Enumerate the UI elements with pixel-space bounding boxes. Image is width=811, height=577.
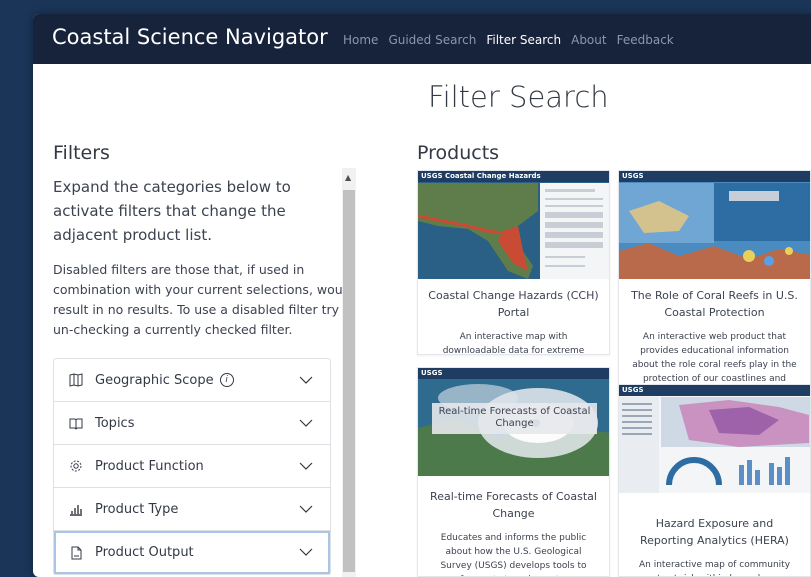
thumbnail-banner: USGS — [619, 385, 810, 396]
product-description: An interactive map with downloadable dat… — [442, 332, 585, 355]
nav-guided-search[interactable]: Guided Search — [388, 33, 476, 47]
chevron-down-icon[interactable] — [298, 501, 314, 517]
filter-label: Product Type — [95, 501, 179, 517]
thumbnail-banner-text: USGS — [421, 369, 443, 377]
chevron-down-icon[interactable] — [298, 458, 314, 474]
product-title[interactable]: Real-time Forecasts of Coastal Change — [418, 488, 609, 522]
product-thumbnail: USGS Coastal Change Hazards — [418, 171, 609, 279]
filter-label: Geographic Scope — [95, 372, 214, 388]
product-title[interactable]: Coastal Change Hazards (CCH) Portal — [418, 287, 609, 321]
filter-label: Product Output — [95, 545, 194, 560]
nav-about[interactable]: About — [571, 33, 606, 47]
info-icon[interactable]: i — [219, 373, 234, 387]
book-icon — [69, 416, 83, 430]
thumbnail-banner: USGS Coastal Change Hazards — [418, 171, 609, 182]
coral-reef-thumbnail-image — [619, 171, 810, 279]
product-card-hera[interactable]: USGS Hazard Exposure and Reporting Analy… — [618, 384, 811, 577]
map-thumbnail-image — [418, 171, 609, 279]
page-title: Filter Search — [428, 80, 609, 114]
product-description: An interactive map of community assets a… — [637, 560, 792, 576]
filter-topics[interactable]: Topics — [54, 402, 330, 445]
filter-product-output[interactable]: Product Output — [54, 531, 330, 574]
product-title[interactable]: Hazard Exposure and Reporting Analytics … — [619, 515, 810, 549]
chevron-down-icon[interactable] — [298, 415, 314, 431]
nav-feedback[interactable]: Feedback — [617, 33, 674, 47]
product-description: Educates and informs the public about ho… — [440, 533, 587, 576]
product-thumbnail: USGS — [619, 171, 810, 279]
product-title[interactable]: The Role of Coral Reefs in U.S. Coastal … — [619, 287, 810, 321]
chevron-down-icon[interactable] — [298, 544, 314, 560]
nav-menu: Home Guided Search Filter Search About F… — [343, 33, 674, 47]
filter-label: Topics — [95, 415, 135, 431]
chevron-down-icon[interactable] — [298, 372, 314, 388]
nav-filter-search[interactable]: Filter Search — [486, 33, 561, 47]
filter-product-type[interactable]: Product Type — [54, 488, 330, 531]
top-navbar: Coastal Science Navigator Home Guided Se… — [33, 14, 811, 64]
filter-label: Product Function — [95, 458, 204, 474]
thumbnail-banner-text: USGS — [622, 386, 644, 394]
thumbnail-overlay-title: Real-time Forecasts of Coastal Change — [432, 403, 597, 434]
dashboard-thumbnail-image — [619, 385, 810, 493]
filters-heading: Filters — [53, 142, 110, 164]
map-icon — [69, 373, 83, 387]
app-window: Coastal Science Navigator Home Guided Se… — [33, 14, 811, 577]
scroll-thumb[interactable] — [343, 190, 355, 572]
filter-geographic-scope[interactable]: Geographic Scope i — [54, 359, 330, 402]
scroll-up-arrow-icon[interactable]: ▲ — [345, 173, 351, 182]
brand-title[interactable]: Coastal Science Navigator — [52, 25, 328, 49]
product-thumbnail: USGS — [619, 385, 810, 493]
disabled-filters-note: Disabled filters are those that, if used… — [53, 262, 355, 337]
thumbnail-banner: USGS — [619, 171, 810, 182]
product-card-realtime-forecasts[interactable]: USGS Real-time Forecasts of Coastal Chan… — [417, 367, 610, 577]
filters-scrollbar[interactable]: ▲ — [342, 168, 356, 577]
thumbnail-banner-text: USGS — [622, 172, 644, 180]
products-heading: Products — [417, 142, 500, 164]
thumbnail-banner: USGS — [418, 368, 609, 379]
filter-accordion: Geographic Scope i Topics Product Functi… — [53, 358, 331, 575]
filter-product-function[interactable]: Product Function — [54, 445, 330, 488]
product-card-coral-reefs[interactable]: USGS The Role of Coral Reefs in U.S. Coa… — [618, 170, 811, 394]
product-thumbnail: USGS Real-time Forecasts of Coastal Chan… — [418, 368, 609, 476]
nav-home[interactable]: Home — [343, 33, 378, 47]
bar-chart-icon — [69, 502, 83, 516]
filters-panel: Expand the categories below to activate … — [53, 166, 355, 577]
gear-icon — [69, 459, 83, 473]
filters-intro: Expand the categories below to activate … — [53, 178, 291, 244]
thumbnail-banner-text: USGS Coastal Change Hazards — [421, 172, 541, 180]
document-icon — [69, 546, 83, 560]
product-card-cch[interactable]: USGS Coastal Change Hazards Coastal Chan… — [417, 170, 610, 355]
